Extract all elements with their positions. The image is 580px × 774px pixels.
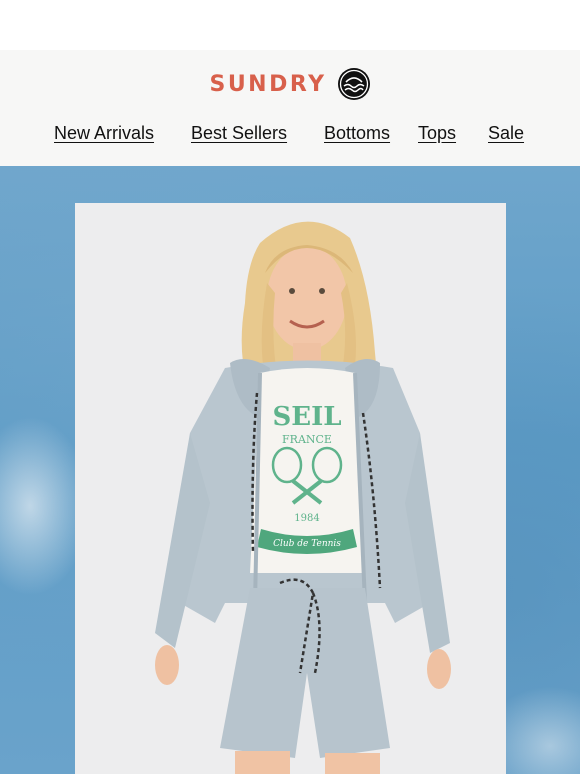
wave-circle-icon <box>337 68 370 100</box>
main-nav: New Arrivals Best Sellers Bottoms Tops S… <box>0 123 580 147</box>
top-spacer <box>0 0 580 50</box>
tee-print-title: SEIL <box>272 402 341 432</box>
brand-logo[interactable]: SUNDRY <box>0 66 580 102</box>
product-photo[interactable]: SEIL FRANCE 1984 Club de Tennis <box>75 203 506 774</box>
nav-tops[interactable]: Tops <box>418 123 456 144</box>
nav-best-sellers[interactable]: Best Sellers <box>191 123 287 144</box>
tee-print-country: FRANCE <box>282 433 332 446</box>
nav-bottoms[interactable]: Bottoms <box>324 123 390 144</box>
tee-print-year: 1984 <box>294 513 319 524</box>
nav-sale[interactable]: Sale <box>488 123 524 144</box>
nav-new-arrivals[interactable]: New Arrivals <box>54 123 154 144</box>
email-header: SUNDRY New Arrivals Best Sellers Bottoms… <box>0 50 580 166</box>
model-illustration: SEIL FRANCE 1984 Club de Tennis <box>75 203 506 774</box>
tee-print-banner: Club de Tennis <box>273 539 341 549</box>
brand-wordmark: SUNDRY <box>209 71 327 97</box>
hero-banner[interactable]: SEIL FRANCE 1984 Club de Tennis <box>0 166 580 774</box>
